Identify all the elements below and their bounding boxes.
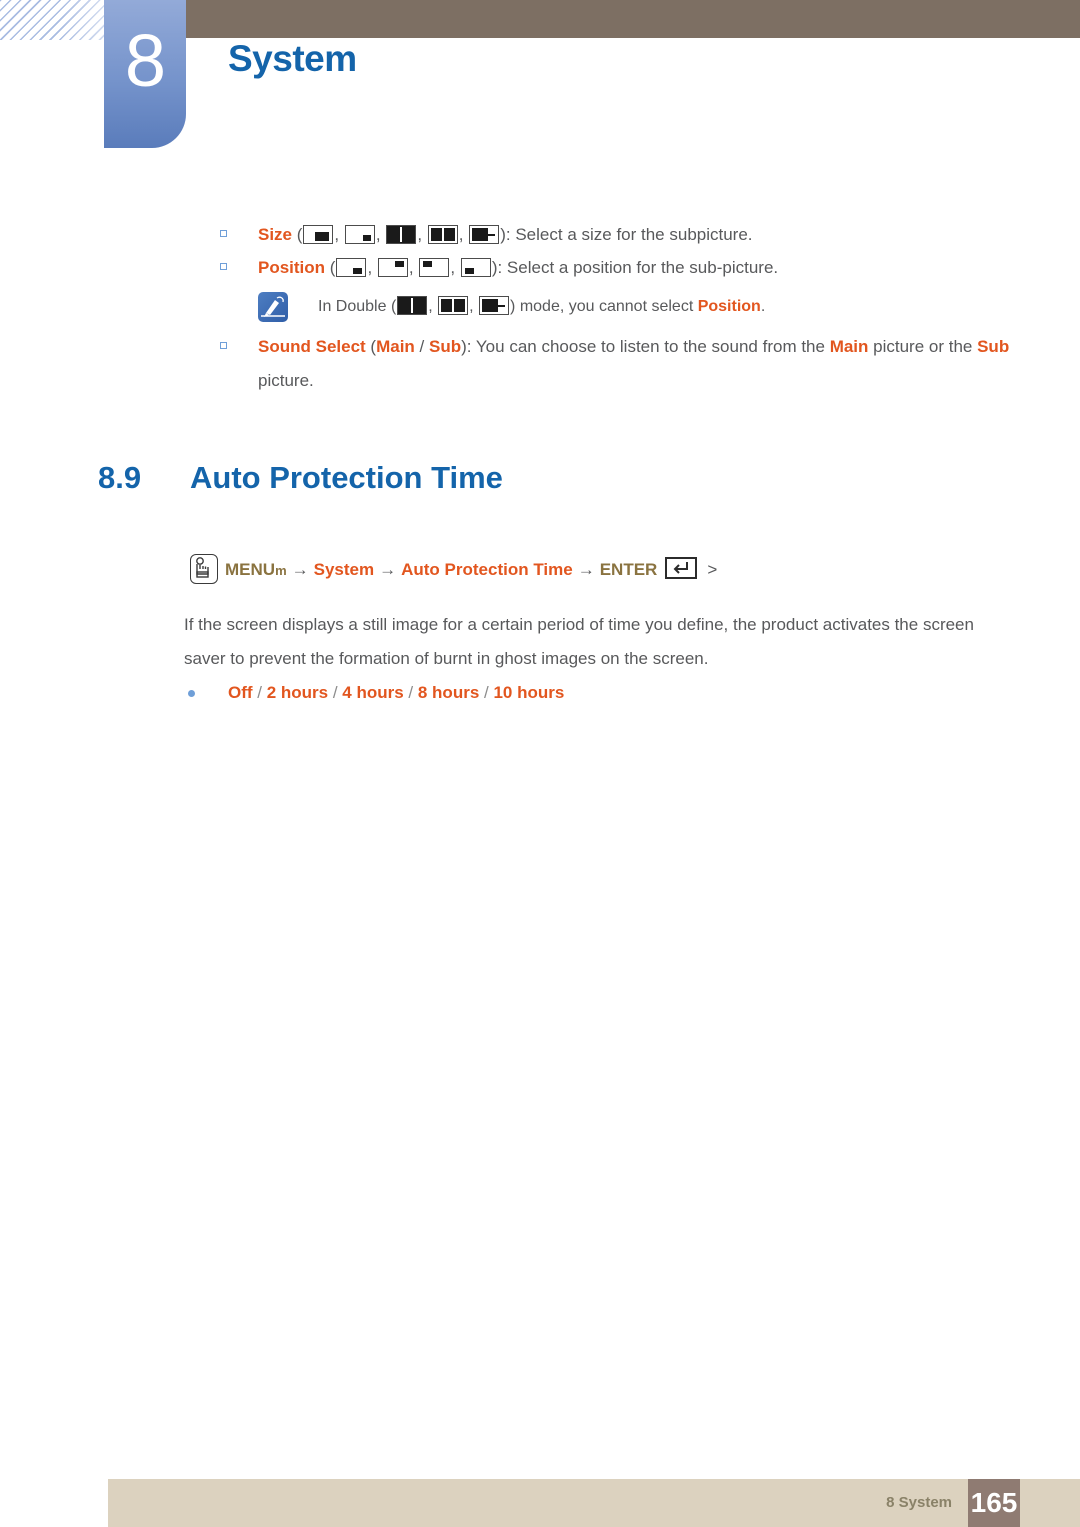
option-item-3: 8 hours xyxy=(417,683,480,702)
bullet-size-description: Select a size for the subpicture. xyxy=(515,225,753,244)
page-number-box: 165 xyxy=(968,1479,1020,1527)
option-item-4: 10 hours xyxy=(493,683,565,702)
path-arrow-3: → xyxy=(577,560,595,579)
note-text-part2: ) mode, you cannot select xyxy=(510,298,698,315)
header-brown-bar xyxy=(172,0,1080,38)
sound-select-text-2: picture or the xyxy=(868,337,978,356)
path-arrow-1: → xyxy=(291,560,309,579)
emphasis-sub: Sub xyxy=(977,337,1010,356)
path-trailing-bracket: > xyxy=(707,560,718,579)
bullet-sound-select-close-paren: ): xyxy=(461,337,476,356)
sound-select-text-3: picture. xyxy=(258,371,314,390)
bullet-position-keyword: Position xyxy=(258,258,326,277)
pip-size-small-icon xyxy=(344,225,375,244)
emphasis-main: Main xyxy=(829,337,869,356)
square-bullet-marker xyxy=(220,342,227,349)
option-sub: Sub xyxy=(428,337,462,356)
square-bullet-marker xyxy=(220,263,227,270)
square-bullet-marker xyxy=(220,230,227,237)
option-separator: / xyxy=(414,337,429,356)
body-paragraph: If the screen displays a still image for… xyxy=(184,615,974,668)
option-sep-3: / xyxy=(479,683,494,702)
page-footer: 8 System 165 xyxy=(108,1479,1080,1527)
pip-pos-top-left-icon xyxy=(419,258,450,277)
option-sep-0: / xyxy=(252,683,267,702)
pip-double-side-by-side-icon xyxy=(427,225,458,244)
enter-label: ENTER xyxy=(599,560,658,579)
pip-double-side-by-side-icon xyxy=(438,296,469,315)
bullet-position-description: Select a position for the sub-picture. xyxy=(506,258,779,277)
page-number: 165 xyxy=(970,1487,1018,1518)
menu-small-label: m xyxy=(275,563,287,578)
pip-double-wide-icon xyxy=(469,225,500,244)
bullet-size-keyword: Size xyxy=(258,225,293,244)
bullet-sound-select-keyword: Sound Select xyxy=(258,337,366,356)
bullet-sound-select: Sound Select (Main / Sub): You can choos… xyxy=(220,330,1018,398)
path-item-system: System xyxy=(313,560,375,579)
pip-pos-top-right-icon xyxy=(377,258,408,277)
dot-bullet-marker xyxy=(188,690,195,697)
note-pen-icon xyxy=(258,292,288,322)
pip-double-wide-icon xyxy=(479,296,510,315)
footer-chapter-label: 8 System xyxy=(886,1494,952,1511)
pip-pos-bottom-right-icon xyxy=(336,258,367,277)
section-number: 8.9 xyxy=(98,460,142,495)
option-sep-2: / xyxy=(403,683,418,702)
path-item-auto-protection-time: Auto Protection Time xyxy=(401,560,573,579)
option-item-2: 4 hours xyxy=(342,683,404,702)
bullet-position-open-paren: ( xyxy=(325,258,336,277)
chapter-title: System xyxy=(228,38,357,79)
bullet-sound-select-open-paren: ( xyxy=(365,337,377,356)
pip-double-vertical-icon xyxy=(386,225,417,244)
bullet-position: Position (, , , ): Select a position for… xyxy=(220,251,1018,285)
bullet-position-close-paren: ): xyxy=(491,258,507,277)
pip-pos-bottom-left-icon xyxy=(460,258,491,277)
page-header: 8 System xyxy=(0,0,1080,160)
sound-select-text-1: You can choose to listen to the sound fr… xyxy=(475,337,830,356)
option-item-1: 2 hours xyxy=(266,683,329,702)
pip-size-large-icon xyxy=(303,225,334,244)
option-item-0: Off xyxy=(228,683,253,702)
option-sep-1: / xyxy=(328,683,343,702)
option-main: Main xyxy=(376,337,415,356)
hand-press-icon xyxy=(190,554,218,584)
bullet-size-open-paren: ( xyxy=(292,225,303,244)
chapter-number: 8 xyxy=(124,19,166,102)
note-callout: In Double (, , ) mode, you cannot select… xyxy=(258,292,998,322)
menu-label: MENU xyxy=(225,560,276,579)
note-text-part1: In Double ( xyxy=(318,298,397,315)
bullet-size: Size (, , , , ): Select a size for the s… xyxy=(220,218,1018,252)
section-heading: 8.9 Auto Protection Time xyxy=(98,460,503,496)
path-arrow-2: → xyxy=(379,560,397,579)
enter-key-icon xyxy=(665,557,698,579)
menu-navigation-path: MENUm → System → Auto Protection Time → ENTER … xyxy=(190,552,717,589)
note-text-part3: . xyxy=(760,298,766,315)
pip-double-vertical-icon xyxy=(397,296,428,315)
section-title: Auto Protection Time xyxy=(190,460,503,495)
options-list: Off / 2 hours / 4 hours / 8 hours / 10 h… xyxy=(188,678,565,708)
note-emphasis-position: Position xyxy=(697,298,761,315)
note-text: In Double (, , ) mode, you cannot select… xyxy=(318,296,766,315)
bullet-size-close-paren: ): xyxy=(500,225,516,244)
